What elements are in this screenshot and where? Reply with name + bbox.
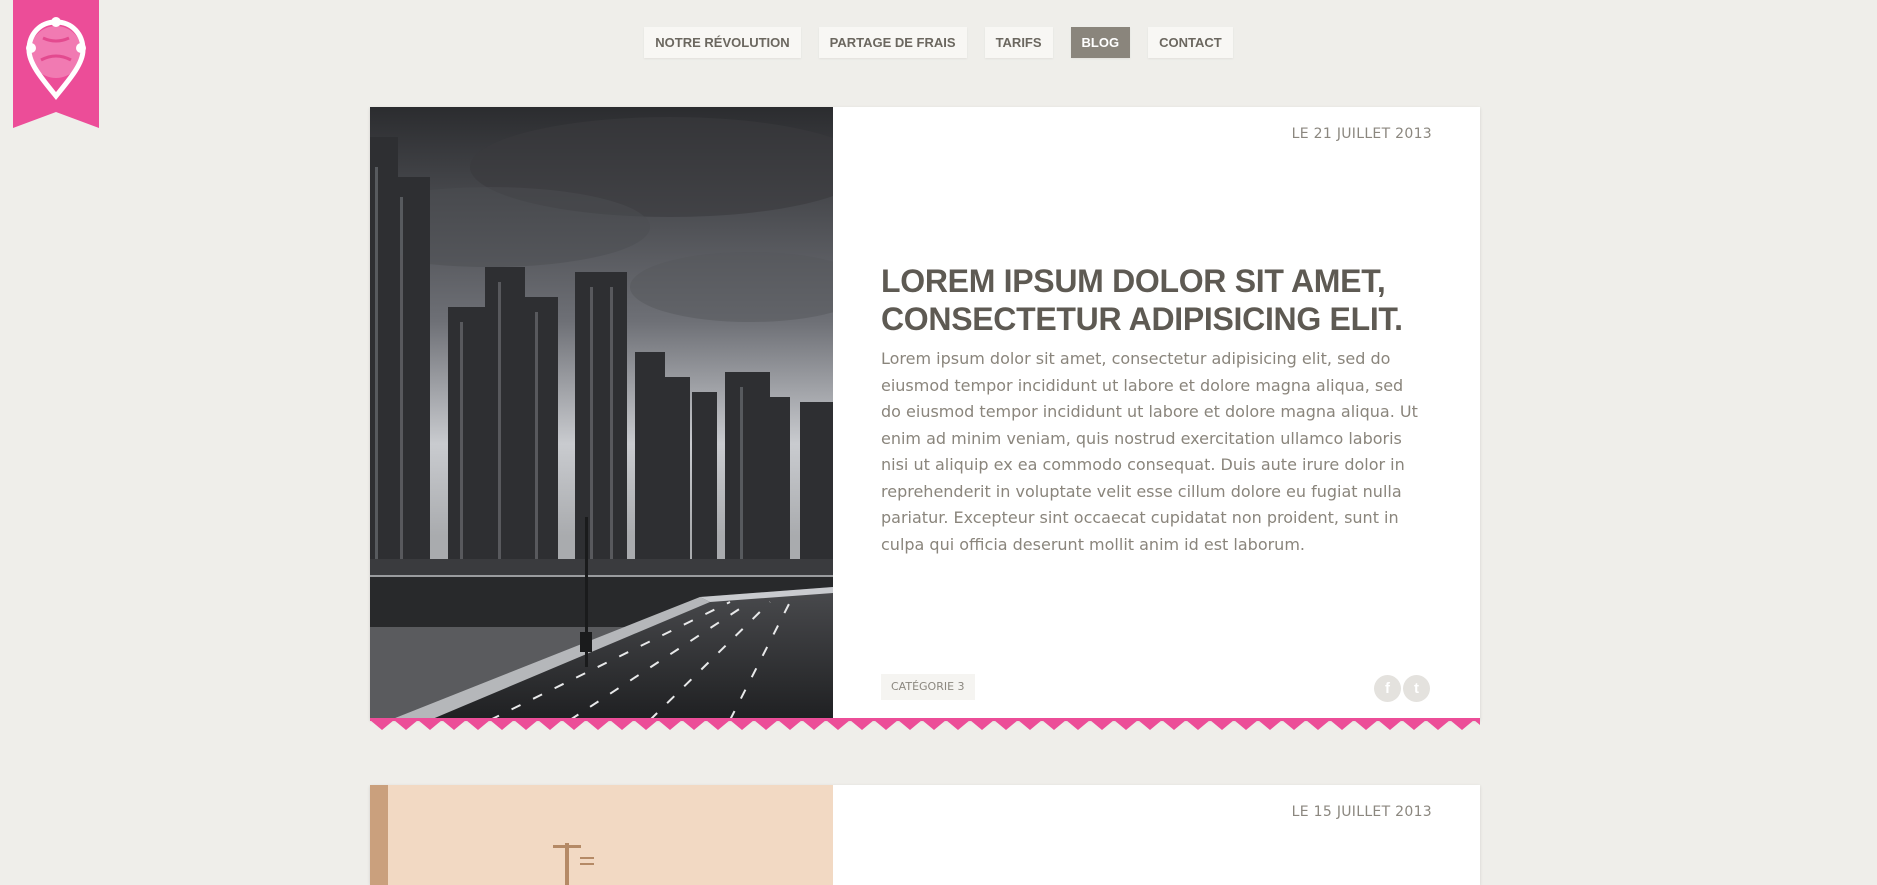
nav-contact[interactable]: CONTACT xyxy=(1148,27,1233,58)
post-content: LE 15 JUILLET 2013 xyxy=(833,785,1480,885)
post-body-text: Lorem ipsum dolor sit amet, consectetur … xyxy=(881,349,1418,554)
city-highway-photo xyxy=(370,107,833,720)
post-content: LE 21 JUILLET 2013 LOREM IPSUM DOLOR SIT… xyxy=(833,107,1480,720)
post-image-sunset-poles[interactable] xyxy=(370,785,833,885)
post-date: LE 21 JUILLET 2013 xyxy=(1291,126,1432,142)
sunset-poles-photo xyxy=(370,785,833,885)
post-title[interactable]: LOREM IPSUM DOLOR SIT AMET, CONSECTETUR … xyxy=(881,262,1441,338)
blog-post-card: LE 21 JUILLET 2013 LOREM IPSUM DOLOR SIT… xyxy=(370,107,1480,730)
nav-tarifs[interactable]: TARIFS xyxy=(984,27,1053,58)
post-title-line-2: CONSECTETUR ADIPISICING ELIT. xyxy=(881,301,1403,337)
zigzag-border xyxy=(370,718,1480,730)
nav-notre-revolution[interactable]: NOTRE RÉVOLUTION xyxy=(644,27,801,58)
post-title-line-1: LOREM IPSUM DOLOR SIT AMET, xyxy=(881,263,1386,299)
post-date: LE 15 JUILLET 2013 xyxy=(1291,804,1432,820)
blog-post-card: LE 15 JUILLET 2013 xyxy=(370,785,1480,885)
twitter-icon[interactable]: t xyxy=(1403,675,1430,702)
nav-blog[interactable]: BLOG xyxy=(1070,27,1131,58)
post-image-city-highway[interactable] xyxy=(370,107,833,720)
social-share-buttons: f t xyxy=(1374,675,1430,702)
nav-partage-de-frais[interactable]: PARTAGE DE FRAIS xyxy=(818,27,967,58)
facebook-icon[interactable]: f xyxy=(1374,675,1401,702)
main-nav: NOTRE RÉVOLUTION PARTAGE DE FRAIS TARIFS… xyxy=(0,27,1877,58)
logo-badge[interactable] xyxy=(13,0,99,128)
map-pin-logo-icon xyxy=(13,0,99,128)
category-tag[interactable]: CATÉGORIE 3 xyxy=(881,674,975,700)
